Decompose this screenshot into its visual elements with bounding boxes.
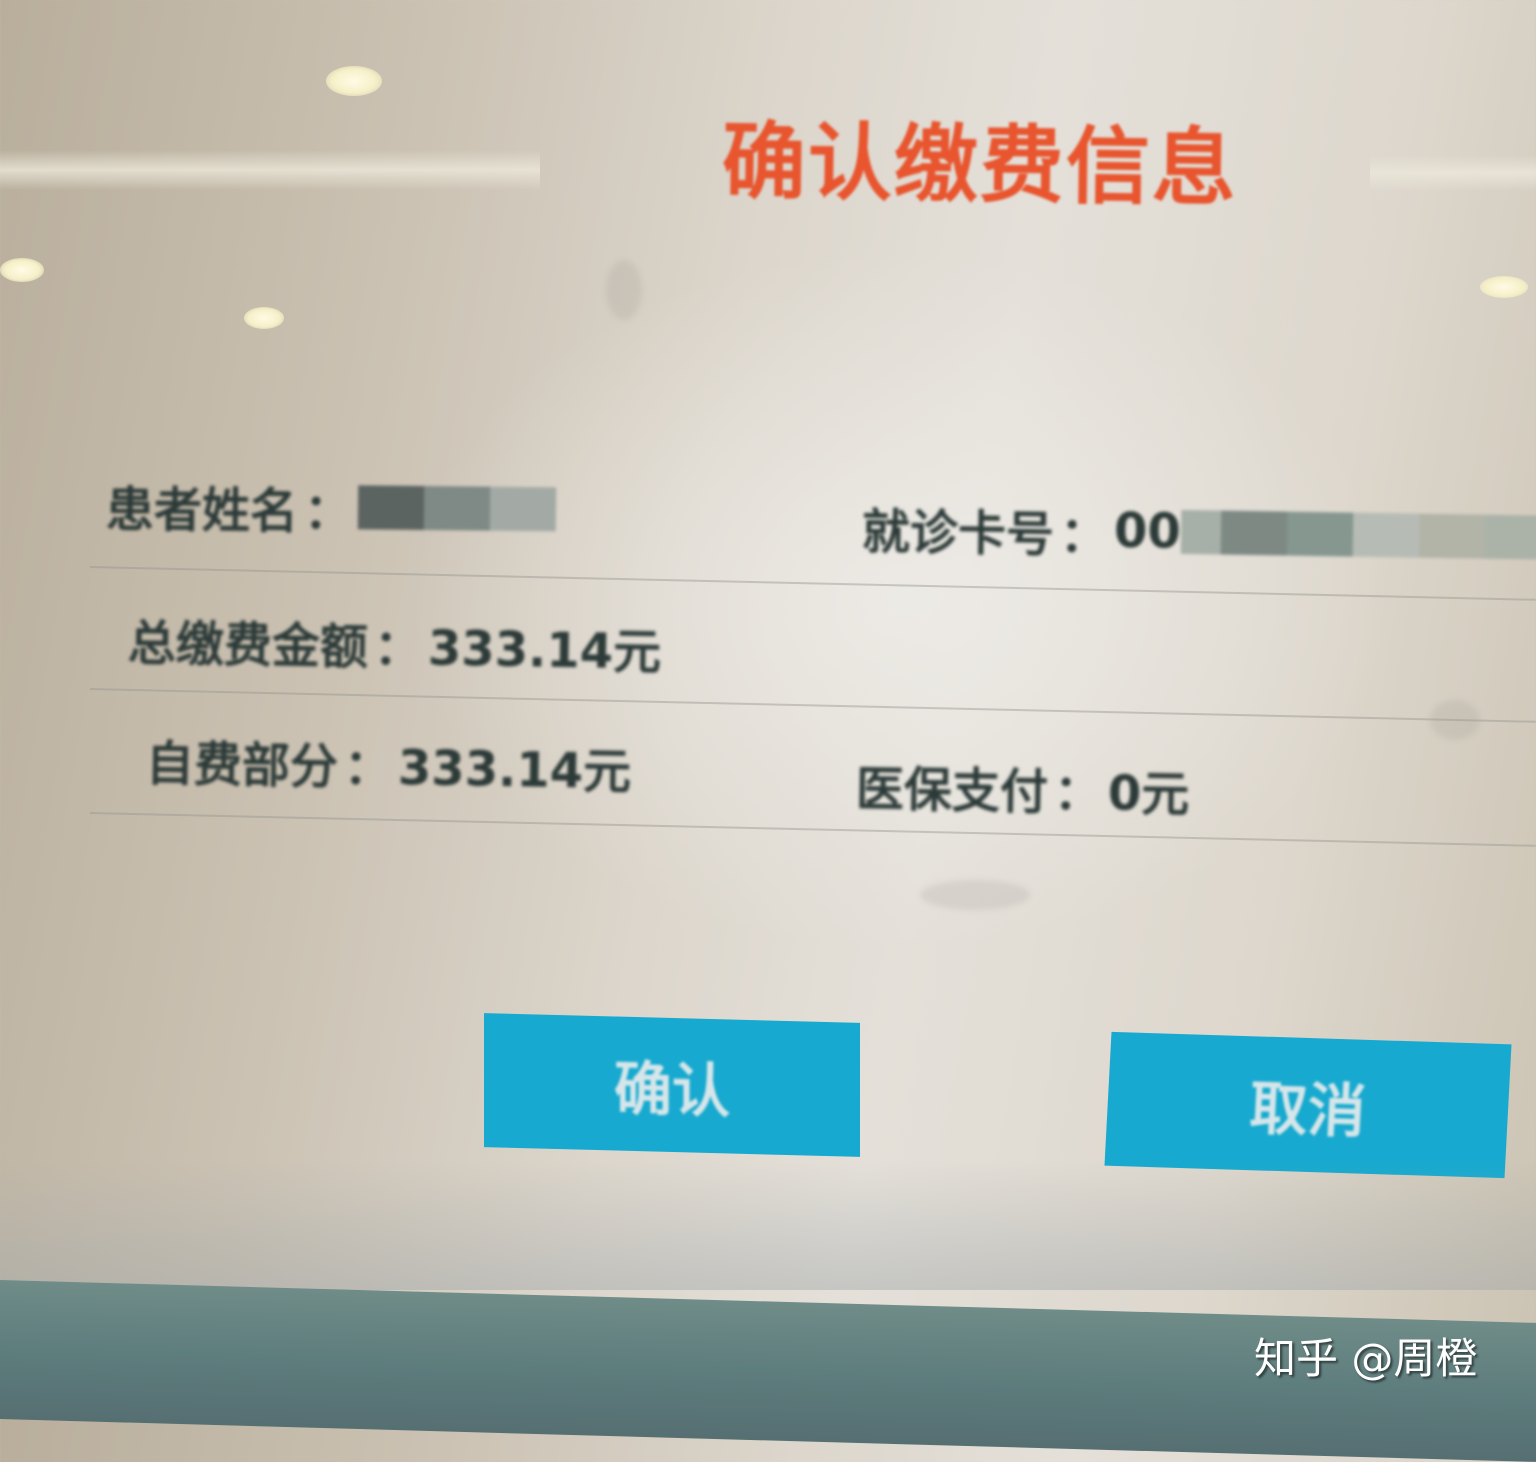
separator: ：: [1053, 764, 1103, 822]
screen-bezel-shadow: [0, 1160, 1536, 1290]
ceiling-light-reflection: [0, 258, 44, 282]
row-divider: [89, 812, 1536, 847]
total-amount-label: 总缴费金额: [127, 615, 369, 676]
self-pay-label: 自费部分: [145, 735, 339, 796]
watermark: 知乎 @周橙: [1254, 1334, 1478, 1383]
self-pay-value: 333.14元: [397, 740, 632, 801]
redacted-patient-name: [357, 485, 557, 532]
self-pay-field: 自费部分 ： 333.14元: [145, 724, 631, 802]
insurance-pay-label: 医保支付: [855, 761, 1049, 821]
screen-smudge: [606, 260, 642, 320]
row-divider: [89, 566, 1536, 601]
separator: ：: [373, 619, 423, 677]
separator: ：: [1059, 507, 1109, 564]
confirm-button[interactable]: 确认: [484, 1013, 860, 1157]
card-number-label: 就诊卡号: [861, 503, 1055, 563]
screen-smudge: [920, 880, 1030, 910]
patient-name-field: 患者姓名 ：: [106, 470, 557, 545]
separator: ：: [303, 483, 353, 541]
ceiling-light-reflection: [326, 66, 382, 96]
redacted-card-number: [1180, 509, 1536, 561]
confirm-button-label: 确认: [613, 1054, 730, 1126]
insurance-pay-field: 医保支付 ： 0元: [855, 749, 1190, 825]
insurance-pay-value: 0元: [1107, 765, 1190, 823]
light-reflection-beam: [0, 150, 540, 190]
card-number-field: 就诊卡号 ： 00 ): [861, 492, 1536, 574]
dialog-title: 确认缴费信息: [721, 112, 1239, 218]
total-amount-field: 总缴费金额 ： 333.14元: [127, 603, 661, 682]
separator: ：: [343, 739, 393, 797]
patient-name-label: 患者姓名: [105, 481, 299, 540]
total-amount-value: 333.14元: [427, 620, 662, 681]
light-reflection-beam: [1370, 155, 1536, 191]
kiosk-screen: 确认缴费信息 患者姓名 ： 就诊卡号 ： 00 ) 总缴费金额 ： 333.14…: [0, 0, 1536, 1462]
cancel-button[interactable]: 取消: [1104, 1031, 1512, 1179]
ceiling-light-reflection: [1480, 276, 1528, 298]
row-divider: [89, 688, 1536, 723]
card-number-prefix: 00: [1113, 502, 1182, 560]
ceiling-light-reflection: [244, 307, 284, 329]
cancel-button-label: 取消: [1247, 1074, 1368, 1146]
